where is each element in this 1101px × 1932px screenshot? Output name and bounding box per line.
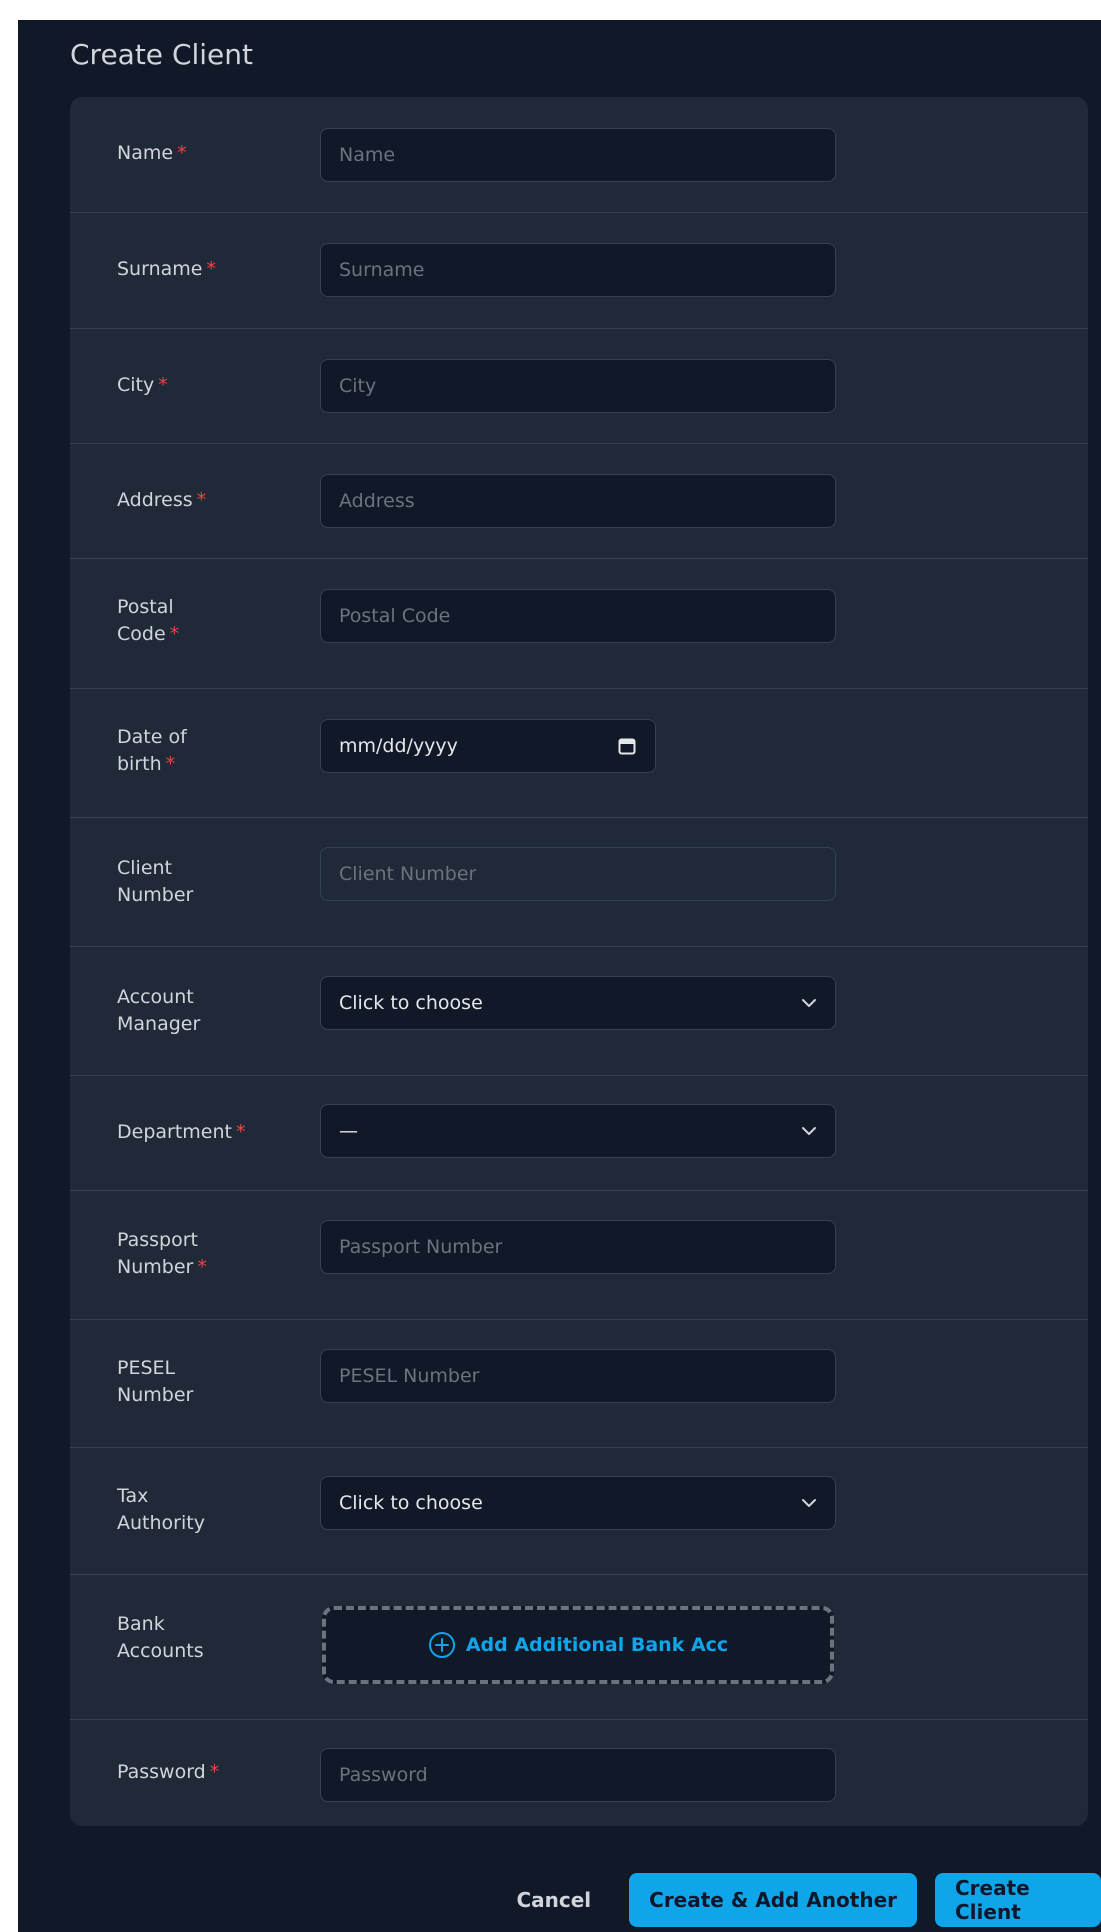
form-row-passport-number: Passport Number * — [70, 1191, 1088, 1320]
form-row-name: Name * — [70, 97, 1088, 213]
client-number-label: Client Number — [117, 857, 194, 906]
form-actions: Cancel Create & Add Another Create Clien… — [516, 1873, 1101, 1927]
form-row-password: Password * — [70, 1720, 1088, 1826]
account-manager-select[interactable]: Click to choose — [320, 976, 836, 1030]
city-label: City * — [117, 374, 168, 396]
tax-authority-select[interactable]: Click to choose — [320, 1476, 836, 1530]
pesel-number-label: PESEL Number — [117, 1357, 194, 1406]
name-input[interactable] — [320, 128, 836, 182]
tax-authority-label: Tax Authority — [117, 1485, 205, 1534]
form-row-date-of-birth: Date of birth * mm/dd/yyyy — [70, 689, 1088, 818]
form-row-city: City * — [70, 329, 1088, 444]
postal-code-label: Postal Code * — [117, 596, 180, 645]
chevron-down-icon — [801, 1498, 817, 1508]
form-row-bank-accounts: Bank Accounts Add Additional Bank Acc — [70, 1575, 1088, 1720]
client-number-input — [320, 847, 836, 901]
department-select[interactable]: — — [320, 1104, 836, 1158]
surname-label: Surname * — [117, 258, 216, 280]
tax-authority-selected: Click to choose — [339, 1492, 483, 1514]
city-input[interactable] — [320, 359, 836, 413]
create-client-button[interactable]: Create Client — [935, 1873, 1101, 1927]
form-row-pesel-number: PESEL Number — [70, 1320, 1088, 1448]
address-input[interactable] — [320, 474, 836, 528]
bank-accounts-label: Bank Accounts — [117, 1613, 204, 1662]
form-row-address: Address * — [70, 444, 1088, 559]
form-row-account-manager: Account Manager Click to choose — [70, 947, 1088, 1076]
account-manager-selected: Click to choose — [339, 992, 483, 1014]
date-of-birth-label: Date of birth * — [117, 726, 187, 775]
plus-circle-icon — [428, 1631, 456, 1659]
name-label: Name * — [117, 142, 187, 164]
add-bank-account-button[interactable]: Add Additional Bank Acc — [322, 1606, 834, 1684]
page-title: Create Client — [70, 38, 253, 71]
address-label: Address * — [117, 489, 207, 511]
account-manager-label: Account Manager — [117, 986, 201, 1035]
surname-input[interactable] — [320, 243, 836, 297]
date-of-birth-placeholder: mm/dd/yyyy — [339, 735, 458, 757]
department-label: Department * — [117, 1121, 246, 1143]
pesel-number-input[interactable] — [320, 1349, 836, 1403]
form-row-client-number: Client Number — [70, 818, 1088, 947]
password-label: Password * — [117, 1761, 220, 1783]
postal-code-input[interactable] — [320, 589, 836, 643]
add-bank-account-label: Add Additional Bank Acc — [465, 1634, 729, 1656]
form-row-surname: Surname * — [70, 213, 1088, 329]
create-and-add-another-button[interactable]: Create & Add Another — [629, 1873, 917, 1927]
cancel-button[interactable]: Cancel — [516, 1888, 591, 1912]
chevron-down-icon — [801, 998, 817, 1008]
create-client-page: Create Client Name* Surname* City* Addre… — [18, 20, 1101, 1932]
passport-number-label: Passport Number * — [117, 1229, 207, 1278]
form-row-department: Department * — — [70, 1076, 1088, 1191]
date-of-birth-input[interactable]: mm/dd/yyyy — [320, 719, 656, 773]
form-row-tax-authority: Tax Authority Click to choose — [70, 1448, 1088, 1575]
passport-number-input[interactable] — [320, 1220, 836, 1274]
chevron-down-icon — [801, 1126, 817, 1136]
department-selected: — — [339, 1120, 358, 1142]
form-row-postal-code: Postal Code * — [70, 559, 1088, 689]
password-input[interactable] — [320, 1748, 836, 1802]
calendar-icon[interactable] — [617, 736, 637, 756]
client-form-card: Name* Surname* City* Address* Postal Co — [70, 97, 1088, 1826]
